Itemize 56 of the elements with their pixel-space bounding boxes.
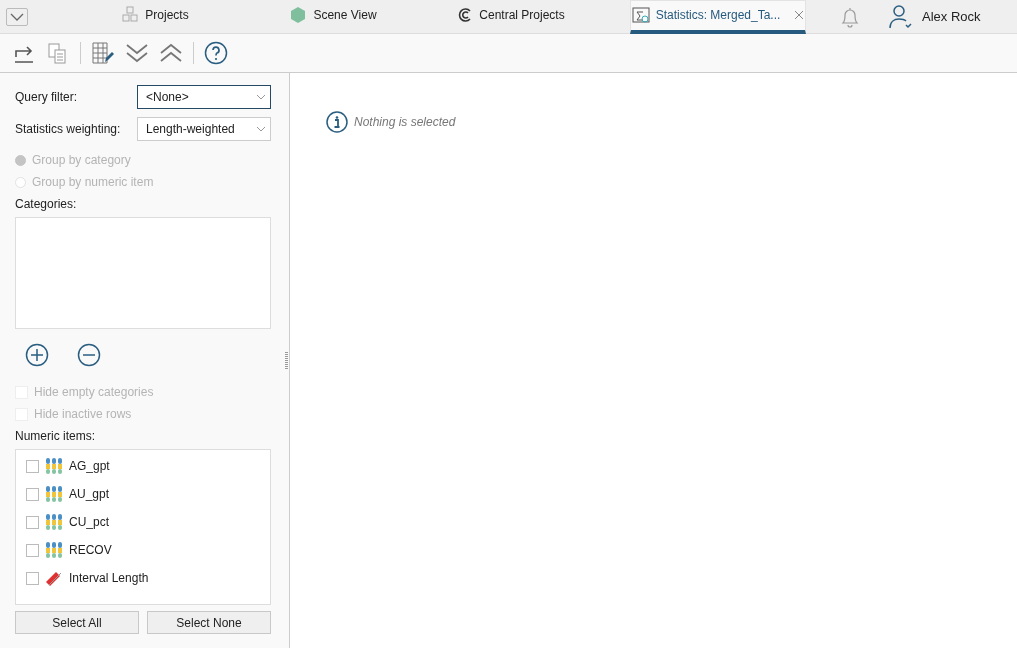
splitter-handle[interactable] <box>285 351 288 370</box>
user-icon[interactable] <box>888 3 914 30</box>
c-logo-icon <box>457 7 474 23</box>
radio-label: Group by category <box>32 153 131 167</box>
add-icon[interactable] <box>25 343 49 367</box>
item-label: Interval Length <box>69 571 149 585</box>
checkbox[interactable] <box>26 459 39 473</box>
sigma-table-icon <box>631 6 650 24</box>
checkbox-label: Hide inactive rows <box>34 407 132 421</box>
tab[interactable]: Projects <box>66 0 244 34</box>
hexagon-icon <box>289 6 308 24</box>
item-label: RECOV <box>69 543 112 557</box>
column-bars-icon <box>45 458 63 474</box>
caret-icon <box>256 126 266 132</box>
item-label: AG_gpt <box>69 459 110 473</box>
tab-menu-button[interactable] <box>6 7 28 26</box>
query-filter-dropdown[interactable]: <None> <box>137 85 271 109</box>
select-button[interactable]: Select None <box>147 611 271 634</box>
close-icon[interactable] <box>794 10 805 20</box>
checkbox-label: Hide empty categories <box>34 385 154 399</box>
double-chevron-up-icon[interactable] <box>159 42 183 64</box>
checkbox[interactable] <box>26 571 39 585</box>
bell-icon[interactable] <box>840 5 860 28</box>
categories-list[interactable] <box>15 217 271 329</box>
remove-icon[interactable] <box>77 343 101 367</box>
field-label: Statistics weighting: <box>15 122 121 136</box>
field-label: Query filter: <box>15 90 77 104</box>
radio-button[interactable] <box>15 154 26 166</box>
column-bars-icon <box>45 486 63 502</box>
chevron-down-icon <box>10 12 24 21</box>
tab[interactable]: Statistics: Merged_Ta... <box>630 0 806 34</box>
checkbox[interactable] <box>26 543 39 557</box>
double-chevron-down-icon[interactable] <box>125 42 149 64</box>
checkbox[interactable] <box>26 487 39 501</box>
numeric-items-list[interactable]: AG_gpt AU_gpt CU_pct RECOV Interval Length <box>15 449 271 605</box>
select-button[interactable]: Select All <box>15 611 139 634</box>
status-message: Nothing is selected <box>354 115 456 129</box>
cubes-icon <box>121 6 140 24</box>
section-label: Numeric items: <box>15 429 96 443</box>
column-bars-icon <box>45 542 63 558</box>
checkbox[interactable] <box>26 515 39 529</box>
column-bars-icon <box>45 514 63 530</box>
item-label: CU_pct <box>69 515 109 529</box>
radio-label: Group by numeric item <box>32 175 154 189</box>
ruler-icon <box>45 570 63 586</box>
item-label: AU_gpt <box>69 487 110 501</box>
tab[interactable]: Central Projects <box>422 0 600 34</box>
user-name[interactable]: Alex Rock <box>922 9 981 24</box>
radio-button[interactable] <box>15 176 26 188</box>
section-label: Categories: <box>15 197 78 211</box>
help-icon[interactable] <box>204 41 228 65</box>
table-edit-icon[interactable] <box>91 41 115 65</box>
info-icon <box>326 111 348 133</box>
weighting-dropdown[interactable]: Length-weighted <box>137 117 271 141</box>
tab[interactable]: Scene View <box>244 0 422 34</box>
caret-icon <box>256 94 266 100</box>
